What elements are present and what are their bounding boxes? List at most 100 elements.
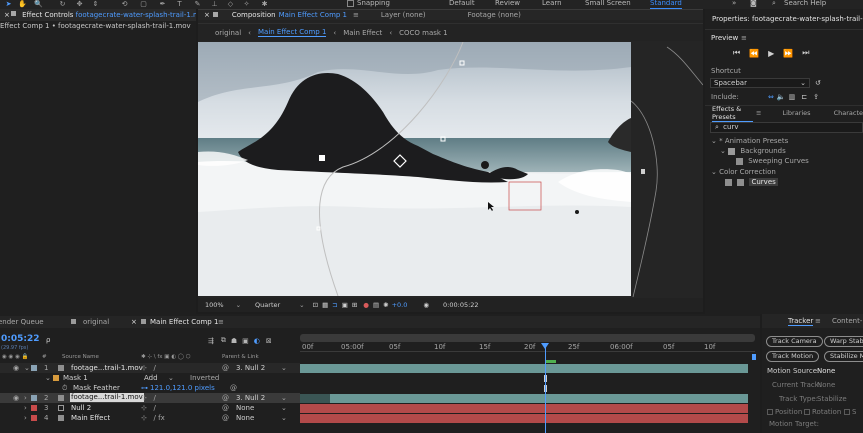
chevron-down-icon[interactable]: ⌄ <box>281 363 287 373</box>
layer-label-color[interactable] <box>31 395 37 401</box>
layer-name[interactable]: footage...trail-1.mov <box>70 393 144 402</box>
layer-name[interactable]: Main Effect <box>71 413 110 423</box>
parent-dropdown[interactable]: 3. Null 2 <box>236 393 265 403</box>
tab-effects-presets[interactable]: Effects & Presets <box>712 105 754 122</box>
stamp-tool-icon[interactable]: ⊥ <box>210 0 219 8</box>
hand-tool-icon[interactable]: ✋ <box>18 0 27 8</box>
footage-frame[interactable] <box>198 42 631 296</box>
layer-label-color[interactable] <box>31 405 37 411</box>
tab-original[interactable]: original <box>83 316 109 328</box>
motion-blur-icon[interactable]: ◐ <box>254 337 260 345</box>
keyframe-marker[interactable] <box>546 360 556 363</box>
track-type-dropdown[interactable]: Stabilize <box>817 395 847 403</box>
chevron-right-icon[interactable]: › <box>24 413 27 423</box>
shape-tool-icon[interactable]: ▢ <box>139 0 148 8</box>
tracker-menu-icon[interactable]: ≡ <box>815 317 821 325</box>
timeline-menu-icon[interactable]: ≡ <box>218 316 224 328</box>
work-area-bar[interactable] <box>300 334 755 342</box>
layer-row-2[interactable]: ◉ › 2 footage...trail-1.mov ⊹ / @ 3. Nul… <box>0 393 300 403</box>
layer-switches[interactable]: ⊹ / <box>141 363 156 373</box>
layer-switches[interactable]: ⊹ / <box>141 393 156 403</box>
brush-tool-icon[interactable]: ✎ <box>193 0 202 8</box>
track-camera-button[interactable]: Track Camera <box>766 336 823 347</box>
scale-checkbox[interactable] <box>844 409 850 415</box>
snapshot-icon[interactable]: ◉ <box>423 301 429 309</box>
tab-content-aware[interactable]: Content- <box>832 317 862 325</box>
cloud-icon[interactable]: ◙ <box>750 0 757 8</box>
motion-source-dropdown[interactable]: None <box>817 367 835 375</box>
workspace-review[interactable]: Review <box>495 0 520 8</box>
roto-tool-icon[interactable]: ✧ <box>242 0 251 8</box>
dolly-tool-icon[interactable]: ⇕ <box>91 0 100 8</box>
composition-close-icon[interactable]: × <box>204 10 210 20</box>
parent-pickwhip-icon[interactable]: @ <box>222 363 229 373</box>
mask-feather-value[interactable]: 121.0,121.0 pixels <box>150 383 215 393</box>
flow-original[interactable]: original <box>215 29 241 37</box>
parent-dropdown[interactable]: None <box>236 403 254 413</box>
flow-main-effect[interactable]: Main Effect <box>343 29 382 37</box>
layer-name[interactable]: Null 2 <box>71 403 91 413</box>
chevron-down-icon[interactable]: ⌄ <box>168 373 174 383</box>
tree-curves[interactable]: Curves <box>725 178 778 187</box>
layer-bar-4[interactable] <box>300 414 748 423</box>
tree-color-correction[interactable]: ⌄ Color Correction <box>711 168 776 177</box>
chevron-down-icon[interactable]: ⌄ <box>281 393 287 403</box>
zoom-chevron-icon[interactable]: ⌄ <box>236 301 241 309</box>
chevron-right-icon[interactable]: › <box>24 403 27 413</box>
mask-row[interactable]: ⌄ Mask 1 Add ⌄ Inverted <box>0 373 300 383</box>
workspace-standard[interactable]: Standard <box>650 0 682 9</box>
pen-tool-icon[interactable]: ✒ <box>158 0 167 8</box>
zoom-tool-icon[interactable]: 🔍 <box>34 0 43 8</box>
resolution-dropdown[interactable]: Quarter <box>255 301 280 309</box>
close-icon[interactable]: × <box>4 11 10 19</box>
stabilize-motion-button[interactable]: Stabilize M <box>824 351 863 362</box>
loop-icon[interactable]: ⇔ <box>768 93 774 101</box>
footage-tab[interactable]: Footage (none) <box>468 10 521 20</box>
fast-preview-icon[interactable]: ▤ <box>373 301 379 309</box>
adjust-exposure-icon[interactable]: ✺ <box>383 301 388 309</box>
last-frame-icon[interactable]: ⏭ <box>802 48 809 58</box>
shy-icon[interactable]: ☗ <box>231 337 237 345</box>
tab-main-effect-comp[interactable]: Main Effect Comp 1 <box>150 316 218 328</box>
rotation-checkbox[interactable] <box>804 409 810 415</box>
layer-switches[interactable]: ⊹ / fx <box>141 413 165 423</box>
composition-menu-icon[interactable]: ≡ <box>353 10 359 20</box>
parent-pickwhip-icon[interactable]: @ <box>222 413 229 423</box>
tree-sweeping-curves[interactable]: Sweeping Curves <box>736 157 809 166</box>
orbit-tool-icon[interactable]: ↻ <box>58 0 67 8</box>
tree-animation-presets[interactable]: ⌄ * Animation Presets <box>711 137 788 146</box>
current-track-dropdown[interactable]: None <box>817 381 835 389</box>
grid-icon[interactable]: ⊞ <box>352 301 357 309</box>
more-workspaces-icon[interactable]: » <box>732 0 736 8</box>
mask-color-swatch[interactable] <box>53 375 59 381</box>
layer-controls-icon[interactable]: ⊏ <box>801 93 807 101</box>
mask-mode-dropdown[interactable]: Add <box>144 373 158 383</box>
reset-icon[interactable]: ↺ <box>815 79 821 87</box>
graph-editor-icon[interactable]: ⊠ <box>266 337 272 345</box>
parent-pickwhip-icon[interactable]: @ <box>222 403 229 413</box>
play-icon[interactable]: ▶ <box>768 49 774 58</box>
effect-controls-tab[interactable]: Effect Controls <box>22 11 73 19</box>
work-area-end-handle[interactable] <box>752 354 756 360</box>
resolution-chevron-icon[interactable]: ⌄ <box>299 301 304 309</box>
color-channels-icon[interactable]: ● <box>363 301 369 309</box>
snapping-checkbox[interactable] <box>347 0 354 7</box>
parent-dropdown[interactable]: 3. Null 2 <box>236 363 265 373</box>
parent-pickwhip-icon[interactable]: @ <box>222 393 229 403</box>
chevron-down-icon[interactable]: ⌄ <box>45 373 51 383</box>
exposure-value[interactable]: +0.0 <box>392 301 408 309</box>
column-parent-link[interactable]: Parent & Link <box>222 354 259 360</box>
previous-frame-icon[interactable]: ⏪ <box>749 49 759 58</box>
layer-bar-2[interactable] <box>300 394 748 403</box>
chevron-down-icon[interactable]: ⌄ <box>281 413 287 423</box>
search-help-icon[interactable]: ⌕ <box>772 0 776 8</box>
mask-vertex-handle[interactable] <box>319 155 325 161</box>
workspace-learn[interactable]: Learn <box>542 0 562 8</box>
eraser-tool-icon[interactable]: ◇ <box>226 0 235 8</box>
mask-visibility-icon[interactable]: ⊐ <box>332 301 337 309</box>
composition-lock-icon[interactable] <box>213 12 218 17</box>
layer-bar-1[interactable] <box>300 364 748 373</box>
playhead-handle[interactable] <box>541 343 549 349</box>
playhead[interactable] <box>545 343 546 433</box>
position-checkbox[interactable] <box>767 409 773 415</box>
